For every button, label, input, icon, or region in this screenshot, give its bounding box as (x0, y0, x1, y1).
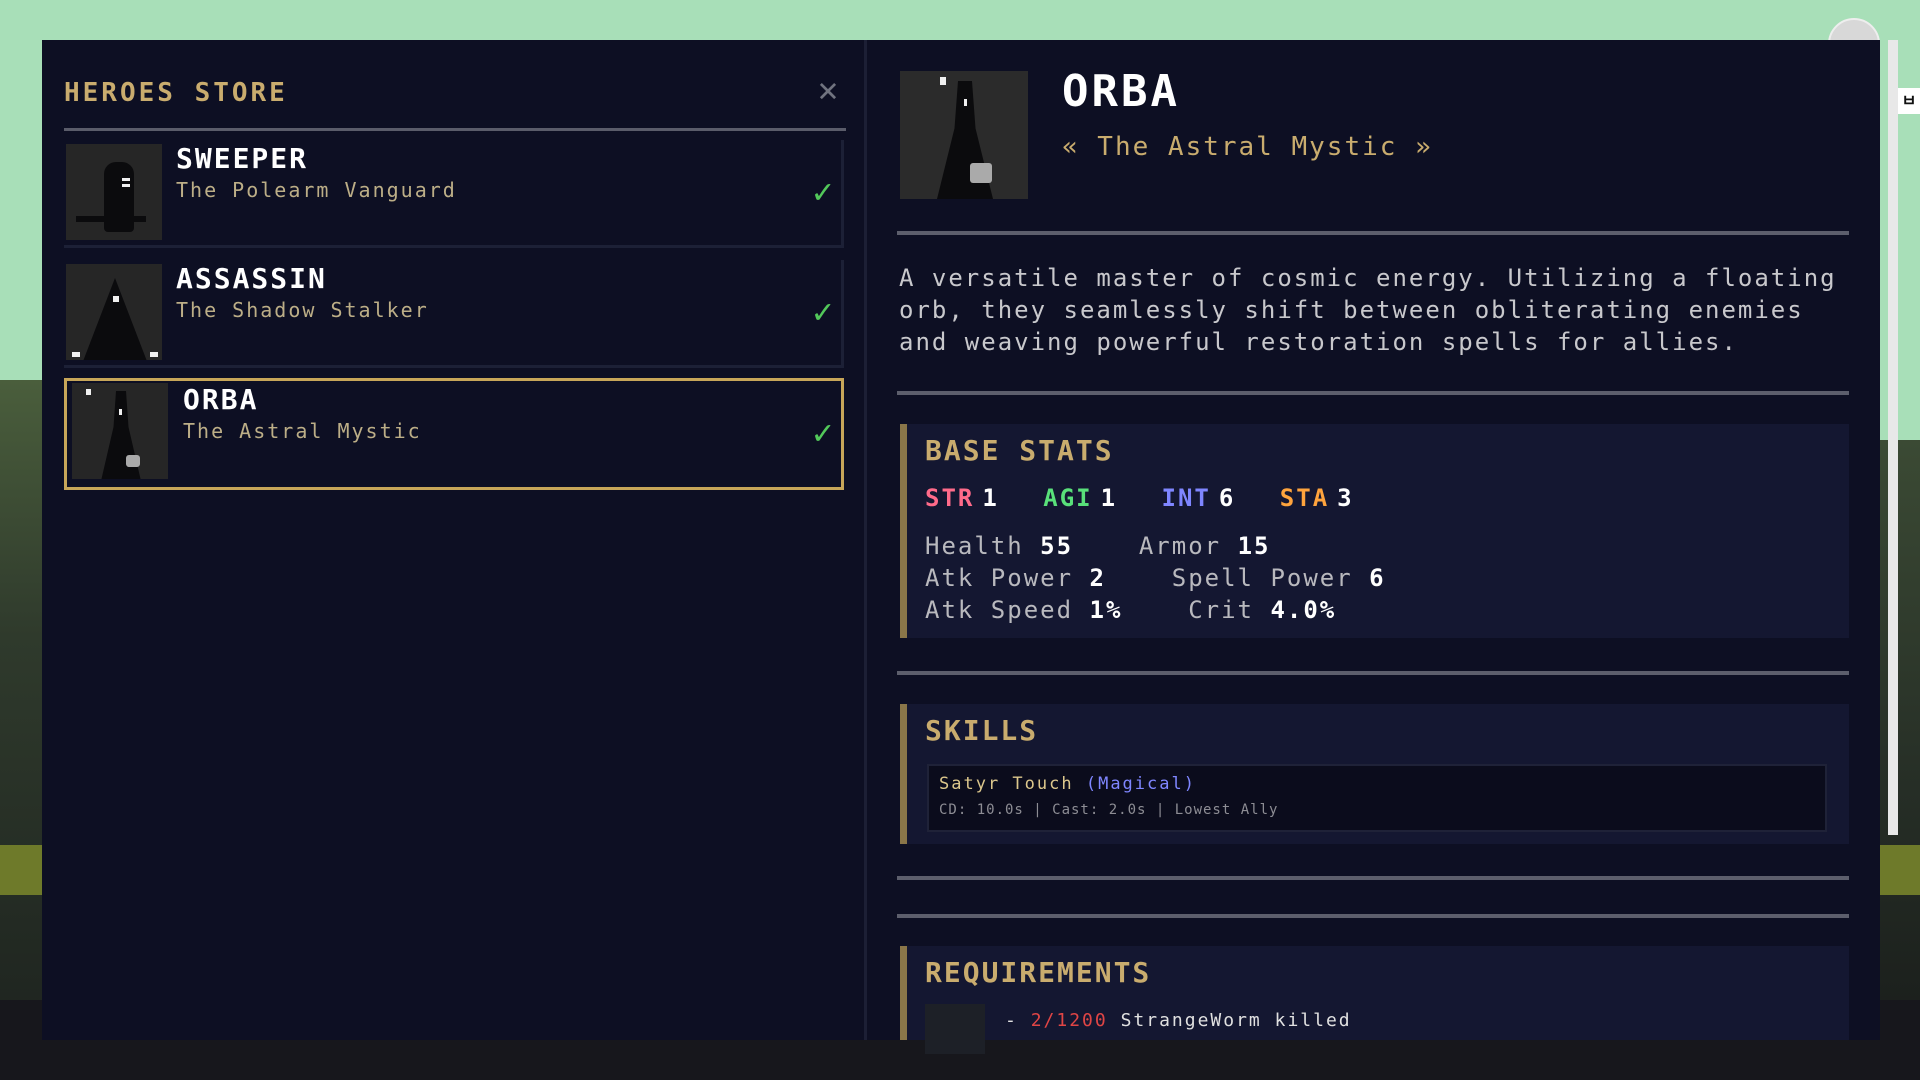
worm-icon (925, 1004, 985, 1054)
requirement-prefix: - (1005, 1010, 1018, 1031)
assassin-portrait (66, 264, 162, 360)
hero-name: ASSASSIN (176, 262, 327, 295)
requirement-item: - 2/1200 StrangeWorm killed (925, 1004, 1825, 1054)
attr-sta-value: 3 (1337, 484, 1354, 512)
crit-label: Crit (1188, 596, 1254, 624)
skill-type: (Magical) (1085, 774, 1196, 794)
detail-hero-subtitle: « The Astral Mystic » (1062, 132, 1433, 162)
divider (897, 876, 1849, 880)
detail-portrait (900, 71, 1028, 199)
skill-meta: CD: 10.0s | Cast: 2.0s | Lowest Ally (939, 802, 1279, 818)
attribute-row: STR 1 AGI 1 INT 6 STA 3 (925, 484, 1362, 512)
atk-power-value: 2 (1089, 564, 1106, 592)
divider (897, 231, 1849, 235)
attr-agi-value: 1 (1100, 484, 1118, 512)
crit-value: 4.0% (1270, 596, 1337, 624)
spell-power-value: 6 (1369, 564, 1386, 592)
hero-description: A versatile master of cosmic energy. Uti… (899, 264, 1837, 356)
skill-name-line: Satyr Touch (Magical) (939, 774, 1196, 794)
atk-speed-value: 1% (1089, 596, 1123, 624)
base-stats-title: BASE STATS (925, 434, 1114, 467)
sweeper-portrait (66, 144, 162, 240)
page-scrollbar[interactable] (1888, 40, 1898, 835)
skill-name: Satyr Touch (939, 774, 1074, 794)
attr-str-label: STR (925, 484, 975, 512)
derived-stats: Health 55 Armor 15 Atk Power 2 Spell Pow… (925, 530, 1386, 626)
atk-power-label: Atk Power (925, 564, 1074, 592)
owned-check-icon: ✓ (812, 172, 833, 212)
orba-portrait (72, 383, 168, 479)
hero-subtitle: The Shadow Stalker (176, 298, 429, 322)
base-stats-section: BASE STATS STR 1 AGI 1 INT 6 STA 3 Health 55… (900, 424, 1849, 638)
armor-label: Armor (1138, 532, 1222, 560)
heroes-store-modal: HEROES STORE ✕ SWEEPER The Polearm Vangu… (42, 40, 1880, 1054)
hero-detail-panel: ORBA « The Astral Mystic » A versatile m… (867, 40, 1880, 1054)
attr-str-value: 1 (982, 484, 999, 512)
attr-sta-label: STA (1279, 484, 1330, 512)
attr-int-label: INT (1161, 484, 1211, 512)
hero-subtitle: The Polearm Vanguard (176, 178, 457, 202)
armor-value: 15 (1237, 532, 1271, 560)
divider (897, 391, 1849, 395)
hero-subtitle: The Astral Mystic (183, 419, 422, 443)
health-label: Health (925, 532, 1024, 560)
skills-title: SKILLS (925, 714, 1039, 747)
hero-name: ORBA (183, 383, 259, 416)
hero-name: SWEEPER (176, 142, 309, 175)
requirements-section: REQUIREMENTS - 2/1200 StrangeWorm killed (900, 946, 1849, 1054)
background-grass-left (0, 845, 44, 895)
health-value: 55 (1040, 532, 1074, 560)
attr-int-value: 6 (1218, 484, 1236, 512)
hero-list: SWEEPER The Polearm Vanguard ✓ ASSASSIN … (64, 140, 844, 502)
skills-section: SKILLS Satyr Touch (Magical) CD: 10.0s |… (900, 704, 1849, 844)
requirements-title: REQUIREMENTS (925, 956, 1152, 989)
attr-agi-label: AGI (1043, 484, 1093, 512)
owned-check-icon: ✓ (812, 292, 833, 332)
atk-speed-label: Atk Speed (925, 596, 1074, 624)
owned-check-icon: ✓ (812, 413, 833, 453)
divider (897, 671, 1849, 675)
background-grass-right (1880, 845, 1920, 895)
hero-item-assassin[interactable]: ASSASSIN The Shadow Stalker ✓ (64, 260, 844, 368)
divider (897, 914, 1849, 918)
detail-hero-name: ORBA (1062, 66, 1180, 117)
store-title: HEROES STORE (64, 78, 288, 108)
close-icon[interactable]: ✕ (810, 72, 846, 108)
hero-item-orba[interactable]: ORBA The Astral Mystic ✓ (64, 378, 844, 490)
requirement-progress: 2/1200 (1030, 1010, 1108, 1031)
hero-list-panel: HEROES STORE ✕ SWEEPER The Polearm Vangu… (42, 40, 867, 1040)
hero-item-sweeper[interactable]: SWEEPER The Polearm Vanguard ✓ (64, 140, 844, 248)
spell-power-label: Spell Power (1171, 564, 1353, 592)
store-header: HEROES STORE ✕ (64, 68, 846, 131)
skill-card[interactable]: Satyr Touch (Magical) CD: 10.0s | Cast: … (927, 764, 1827, 832)
inventory-icon[interactable]: ㅂ (1898, 88, 1920, 114)
requirement-label: StrangeWorm killed (1120, 1010, 1352, 1031)
requirement-text: - 2/1200 StrangeWorm killed (1005, 1010, 1352, 1031)
